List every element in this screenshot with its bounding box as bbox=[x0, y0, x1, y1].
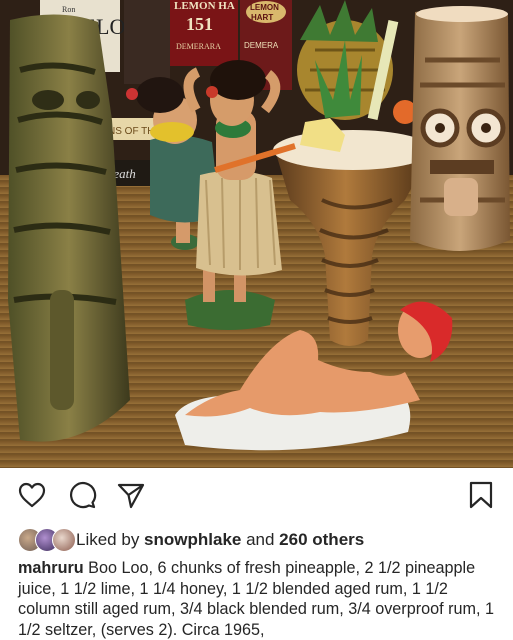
likes-prefix: Liked by bbox=[76, 530, 145, 549]
svg-text:HART: HART bbox=[251, 13, 273, 22]
svg-text:LEMON: LEMON bbox=[250, 3, 279, 12]
post-photo-illustration: Ron BUELO LEMON HA 151 DEMERARA LEMON HA… bbox=[0, 0, 513, 468]
likes-row: Liked by snowphlake and 260 others bbox=[18, 526, 498, 554]
caption-username-link[interactable]: mahruru bbox=[18, 559, 84, 577]
likes-middle: and bbox=[241, 530, 280, 549]
heart-outline-icon bbox=[18, 482, 46, 508]
liker-username-link[interactable]: snowphlake bbox=[144, 530, 241, 549]
bottle-lemon-hart-151: LEMON HA 151 DEMERARA bbox=[170, 0, 238, 66]
like-button[interactable] bbox=[17, 480, 47, 510]
comment-button[interactable] bbox=[67, 480, 97, 510]
paper-plane-icon bbox=[117, 483, 145, 509]
svg-text:Ron: Ron bbox=[62, 5, 75, 14]
caption-text: Boo Loo, 6 chunks of fresh pineapple, 2 … bbox=[18, 559, 494, 639]
save-button[interactable] bbox=[466, 480, 496, 510]
liker-avatars[interactable] bbox=[18, 528, 76, 552]
svg-text:151: 151 bbox=[186, 14, 213, 34]
bottle-dark bbox=[124, 0, 170, 84]
tiki-mug-right bbox=[410, 6, 510, 252]
svg-text:DEMERARA: DEMERARA bbox=[176, 42, 221, 51]
post-caption: mahruru Boo Loo, 6 chunks of fresh pinea… bbox=[18, 558, 503, 640]
post-photo[interactable]: Ron BUELO LEMON HA 151 DEMERARA LEMON HA… bbox=[0, 0, 513, 468]
speech-bubble-icon bbox=[69, 482, 97, 509]
likes-others-link[interactable]: 260 others bbox=[279, 530, 364, 549]
likes-summary: Liked by snowphlake and 260 others bbox=[76, 530, 364, 550]
share-button[interactable] bbox=[116, 480, 146, 510]
post-action-bar bbox=[0, 476, 513, 516]
svg-text:LEMON HA: LEMON HA bbox=[174, 0, 235, 12]
svg-text:DEMERA: DEMERA bbox=[244, 41, 279, 50]
avatar bbox=[52, 528, 76, 552]
bookmark-icon bbox=[469, 481, 493, 509]
